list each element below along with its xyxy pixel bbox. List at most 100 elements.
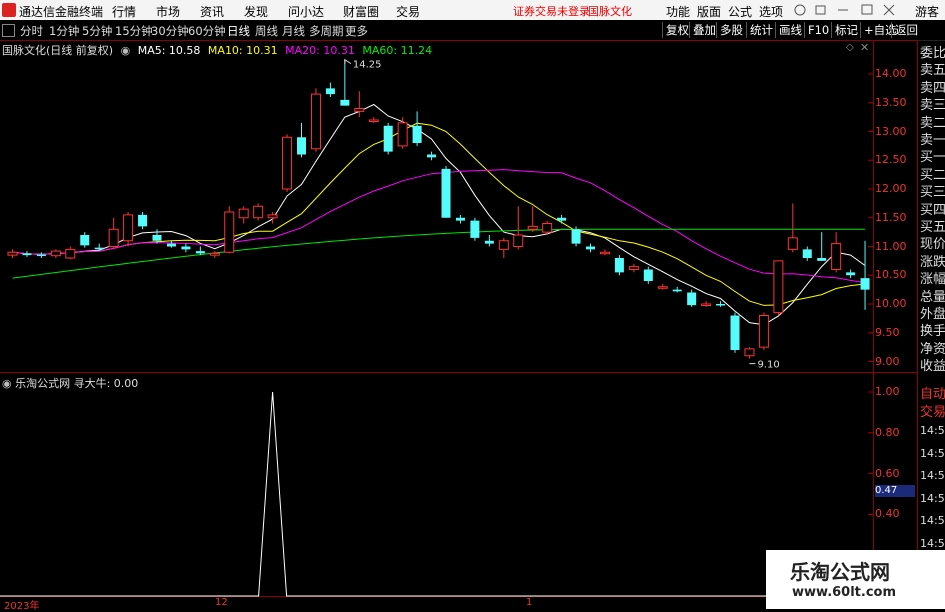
- candle-up: [310, 93, 321, 150]
- candle-down: [441, 168, 451, 218]
- indicator-axis-label: 0.40: [875, 507, 900, 521]
- multi-stock-button[interactable]: 多股: [716, 22, 746, 38]
- menu-formula[interactable]: 公式: [728, 3, 752, 20]
- f10-button[interactable]: F10: [804, 22, 832, 38]
- candle-up: [397, 122, 408, 147]
- price-axis-label: 12.00: [875, 182, 907, 195]
- candle-down: [195, 251, 205, 254]
- quote-label: 卖四: [920, 80, 945, 96]
- price-axis-label: 13.00: [875, 124, 907, 138]
- ma10-line: [12, 122, 866, 306]
- panel-toggle-icon[interactable]: [2, 24, 15, 37]
- ma5-line: [12, 103, 866, 326]
- candle-down: [716, 304, 726, 306]
- indicator-axis-label: 0.80: [875, 425, 900, 439]
- user-icon: [794, 4, 806, 16]
- candle-down: [802, 249, 812, 258]
- candle-up: [758, 315, 769, 348]
- quote-label: 委比: [920, 46, 945, 61]
- candle-up: [787, 237, 798, 250]
- quote-label: 卖二: [920, 115, 945, 131]
- back-button[interactable]: 返回: [891, 22, 921, 38]
- candle-up: [701, 303, 712, 306]
- candle-up: [657, 286, 668, 289]
- candle-down: [571, 229, 581, 244]
- menu-function[interactable]: 功能: [666, 3, 690, 20]
- candle-up: [744, 348, 755, 357]
- menu-options[interactable]: 选项: [759, 3, 783, 20]
- period-30min[interactable]: 30分钟: [151, 23, 189, 39]
- trade-time: 14:56: [920, 424, 945, 437]
- auto-trade-label[interactable]: 交易: [920, 401, 945, 420]
- mark-button[interactable]: 标记: [831, 22, 861, 38]
- high-marker: [344, 58, 352, 65]
- indicator-axis-label: 0.60: [875, 466, 900, 480]
- period-tick[interactable]: 分时: [20, 23, 43, 39]
- candle-up: [527, 225, 538, 230]
- period-1min[interactable]: 1分钟: [49, 23, 79, 39]
- candle-up: [267, 214, 278, 219]
- column-divider: [917, 40, 918, 609]
- period-monthly[interactable]: 月线: [282, 23, 305, 39]
- candle-up: [50, 250, 61, 257]
- menu-news[interactable]: 资讯: [200, 3, 224, 20]
- ma60-line: [12, 228, 865, 279]
- candle-down: [672, 289, 682, 292]
- candle-up: [209, 252, 220, 256]
- menu-trade[interactable]: 交易: [396, 3, 420, 20]
- candle-down: [687, 292, 697, 306]
- candle-up: [224, 211, 235, 253]
- quote-label: 换手: [920, 324, 945, 340]
- period-daily[interactable]: 日线: [227, 23, 250, 39]
- period-5min[interactable]: 5分钟: [82, 23, 112, 39]
- candle-up: [7, 251, 18, 256]
- menu-discover[interactable]: 发现: [244, 3, 268, 20]
- menu-quotes[interactable]: 行情: [112, 3, 136, 20]
- candle-down: [340, 99, 350, 106]
- trade-time: 14:56: [920, 491, 945, 505]
- date-label-dec: 12: [215, 597, 228, 608]
- guest-label[interactable]: 游客: [915, 3, 939, 20]
- login-notice[interactable]: 证券交易未登录: [513, 3, 590, 19]
- menu-layout[interactable]: 版面: [697, 3, 721, 20]
- adjust-button[interactable]: 复权: [662, 22, 692, 38]
- candle-up: [599, 251, 610, 255]
- auto-trade-label[interactable]: 自动: [920, 383, 945, 402]
- candle-down: [484, 240, 494, 244]
- period-15min[interactable]: 15分钟: [115, 23, 153, 39]
- trade-time: 14:56: [920, 469, 945, 482]
- candle-down: [36, 254, 46, 257]
- price-axis-label: 12.50: [875, 153, 907, 167]
- highlight-value: 0.47: [875, 485, 915, 497]
- candle-up: [238, 208, 249, 219]
- candle-up: [253, 205, 264, 219]
- period-toolbar: 分时 1分钟 5分钟 15分钟 30分钟 60分钟 日线 周线 月线 多周期 更…: [0, 21, 945, 41]
- candle-up: [773, 260, 784, 314]
- restore-icon: [815, 5, 826, 15]
- candle-down: [455, 217, 465, 221]
- menu-wealth[interactable]: 财富圈: [343, 3, 379, 20]
- high-label: 14.25: [353, 60, 382, 71]
- period-more[interactable]: 更多: [345, 23, 368, 39]
- period-multi[interactable]: 多周期: [309, 23, 344, 39]
- overlay-button[interactable]: 叠加: [689, 22, 719, 38]
- quote-label: 卖五: [920, 63, 945, 79]
- candle-up: [282, 136, 293, 190]
- quote-label: 买四: [920, 202, 945, 218]
- candle-down: [730, 315, 740, 350]
- period-weekly[interactable]: 周线: [255, 23, 278, 39]
- candle-down: [80, 235, 90, 246]
- period-60min[interactable]: 60分钟: [188, 23, 226, 39]
- draw-button[interactable]: 画线: [775, 22, 805, 38]
- menu-ask[interactable]: 问小达: [288, 3, 324, 20]
- menu-market[interactable]: 市场: [156, 3, 180, 20]
- stats-button[interactable]: 统计: [746, 22, 776, 38]
- quote-label: 买二: [920, 167, 945, 183]
- candle-up: [108, 228, 119, 247]
- price-chart[interactable]: 14.25 9.10: [0, 40, 874, 610]
- quote-label: 净资: [920, 341, 945, 357]
- price-axis-label: 10.50: [875, 268, 907, 282]
- candle-down: [427, 154, 437, 158]
- price-axis-label: 13.50: [875, 95, 907, 109]
- quote-label: 卖一: [920, 133, 945, 148]
